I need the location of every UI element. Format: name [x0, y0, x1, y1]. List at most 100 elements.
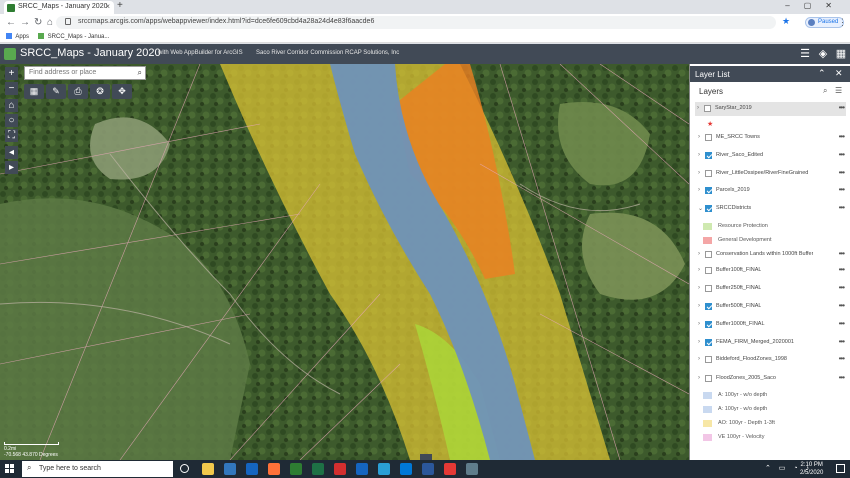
- map-canvas[interactable]: [0, 64, 689, 460]
- layer-visibility-checkbox[interactable]: [705, 375, 712, 382]
- expand-chevron-icon[interactable]: ›: [698, 170, 700, 176]
- layer-row[interactable]: › Buffer500ft_FINAL •••: [696, 300, 846, 314]
- layer-more-icon[interactable]: •••: [839, 265, 845, 274]
- layer-row[interactable]: › Biddeford_FloodZones_1998 •••: [696, 353, 846, 367]
- layer-row[interactable]: › Conservation Lands within 1000ft Buffer…: [696, 248, 846, 262]
- mail-icon[interactable]: [400, 463, 412, 475]
- swipe-icon[interactable]: ❂: [90, 84, 110, 99]
- bookmark-star-icon[interactable]: ★: [782, 16, 790, 27]
- layer-more-icon[interactable]: •••: [839, 354, 845, 363]
- expand-chevron-icon[interactable]: ›: [698, 187, 700, 193]
- expand-chevron-icon[interactable]: ›: [698, 267, 700, 273]
- layer-visibility-checkbox[interactable]: [705, 303, 712, 310]
- word-icon[interactable]: [422, 463, 434, 475]
- layer-more-icon[interactable]: •••: [839, 203, 845, 212]
- layers-stack-icon[interactable]: ◈: [816, 47, 830, 61]
- window-controls[interactable]: –▢✕: [785, 1, 846, 10]
- bookmark-apps[interactable]: Apps: [6, 33, 29, 40]
- layer-search-icon[interactable]: ⌕: [823, 86, 827, 96]
- chrome-dev-icon[interactable]: [290, 463, 302, 475]
- full-screen-icon[interactable]: ⛶: [5, 129, 18, 142]
- expand-chevron-icon[interactable]: ›: [698, 251, 700, 257]
- layer-row[interactable]: › River_LittleOssipee/RiverFineGrained •••: [696, 167, 846, 181]
- expand-chevron-icon[interactable]: ›: [698, 356, 700, 362]
- map-view[interactable]: [0, 64, 689, 460]
- expand-chevron-icon[interactable]: ›: [698, 321, 700, 327]
- layer-visibility-checkbox[interactable]: [705, 187, 712, 194]
- my-location-icon[interactable]: ○: [5, 114, 18, 127]
- layer-visibility-checkbox[interactable]: [705, 170, 712, 177]
- file-explorer-icon[interactable]: [202, 463, 214, 475]
- layer-visibility-checkbox[interactable]: [705, 205, 712, 212]
- layer-row[interactable]: › Parcels_2019 •••: [696, 184, 846, 198]
- layer-more-icon[interactable]: •••: [839, 168, 845, 177]
- layer-options-icon[interactable]: ☰: [835, 86, 842, 95]
- layer-row[interactable]: › FloodZones_2005_Saco •••: [696, 372, 846, 386]
- layer-visibility-checkbox[interactable]: [705, 267, 712, 274]
- edge-icon[interactable]: [224, 463, 236, 475]
- layer-more-icon[interactable]: •••: [839, 150, 845, 159]
- next-extent-icon[interactable]: ▸: [5, 161, 18, 174]
- expand-chevron-icon[interactable]: ›: [698, 152, 700, 158]
- layer-visibility-checkbox[interactable]: [705, 134, 712, 141]
- layer-visibility-checkbox[interactable]: [705, 285, 712, 292]
- layer-visibility-checkbox[interactable]: [704, 105, 711, 112]
- draw-pencil-icon[interactable]: ✎: [46, 84, 66, 99]
- taskbar-clock[interactable]: 2:10 PM 2/5/2020: [800, 461, 823, 477]
- basemap-gallery-icon[interactable]: ▦: [834, 47, 848, 61]
- expand-chevron-icon[interactable]: ›: [698, 285, 700, 291]
- forward-arrow-icon[interactable]: →: [20, 17, 30, 28]
- tab-close-icon[interactable]: ×: [105, 2, 110, 11]
- legend-list-icon[interactable]: ☰: [798, 47, 812, 61]
- browser-tab[interactable]: SRCC_Maps - January 2020 ×: [4, 1, 114, 14]
- layer-row[interactable]: › SaryStar_2019 •••: [695, 102, 846, 116]
- layer-more-icon[interactable]: •••: [839, 249, 845, 258]
- snip-icon[interactable]: [466, 463, 478, 475]
- layer-row[interactable]: › FEMA_FIRM_Merged_2020001 •••: [696, 336, 846, 350]
- layer-row[interactable]: › Buffer100ft_FINAL •••: [696, 264, 846, 278]
- layer-row[interactable]: › ME_SRCC Towns •••: [696, 131, 846, 145]
- zoom-in-button[interactable]: +: [5, 67, 18, 80]
- layer-more-icon[interactable]: •••: [839, 319, 845, 328]
- bookmark-srcc-maps[interactable]: SRCC_Maps - Janua...: [38, 33, 109, 40]
- address-bar[interactable]: srccmaps.arcgis.com/apps/webappviewer/in…: [56, 16, 776, 29]
- layer-more-icon[interactable]: •••: [839, 132, 845, 141]
- expand-chevron-icon[interactable]: ›: [698, 375, 700, 381]
- layer-more-icon[interactable]: •••: [839, 185, 845, 194]
- layer-row[interactable]: › Buffer1000ft_FINAL •••: [696, 318, 846, 332]
- home-extent-icon[interactable]: ⌂: [5, 99, 18, 112]
- expand-chevron-icon[interactable]: ›: [698, 134, 700, 140]
- reload-icon[interactable]: ↻: [34, 17, 42, 28]
- close-panel-icon[interactable]: ✕: [835, 68, 843, 79]
- search-icon[interactable]: ⌕: [138, 68, 142, 78]
- store-icon[interactable]: [378, 463, 390, 475]
- expand-chevron-icon[interactable]: ⌄: [698, 205, 703, 212]
- powerpoint-icon[interactable]: [356, 463, 368, 475]
- layer-row[interactable]: › Buffer250ft_FINAL •••: [696, 282, 846, 296]
- taskbar-search-input[interactable]: ⌕ Type here to search: [22, 461, 173, 477]
- layer-visibility-checkbox[interactable]: [705, 152, 712, 159]
- notification-center-icon[interactable]: [836, 464, 845, 473]
- expand-chevron-icon[interactable]: ›: [697, 105, 699, 111]
- acrobat-icon[interactable]: [334, 463, 346, 475]
- layer-more-icon[interactable]: •••: [839, 373, 845, 382]
- expand-chevron-icon[interactable]: ›: [698, 303, 700, 309]
- task-view-icon[interactable]: [180, 464, 189, 473]
- previous-extent-icon[interactable]: ◂: [5, 146, 18, 159]
- collapse-panel-icon[interactable]: ⌃: [818, 68, 826, 79]
- layer-more-icon[interactable]: •••: [839, 103, 845, 112]
- map-search-input[interactable]: Find address or place ⌕: [24, 66, 146, 80]
- excel-icon[interactable]: [312, 463, 324, 475]
- layer-visibility-checkbox[interactable]: [705, 339, 712, 346]
- print-icon[interactable]: ⎙: [68, 84, 88, 99]
- layer-row[interactable]: › River_Saco_Edited •••: [696, 149, 846, 163]
- windows-start-icon[interactable]: [5, 464, 14, 473]
- layer-more-icon[interactable]: •••: [839, 283, 845, 292]
- layer-row[interactable]: ⌄ SRCCDistricts •••: [696, 202, 846, 216]
- layer-visibility-checkbox[interactable]: [705, 251, 712, 258]
- new-tab-button[interactable]: +: [117, 0, 123, 11]
- layer-visibility-checkbox[interactable]: [705, 356, 712, 363]
- outlook-icon[interactable]: [246, 463, 258, 475]
- zoom-out-button[interactable]: −: [5, 82, 18, 95]
- layer-more-icon[interactable]: •••: [839, 301, 845, 310]
